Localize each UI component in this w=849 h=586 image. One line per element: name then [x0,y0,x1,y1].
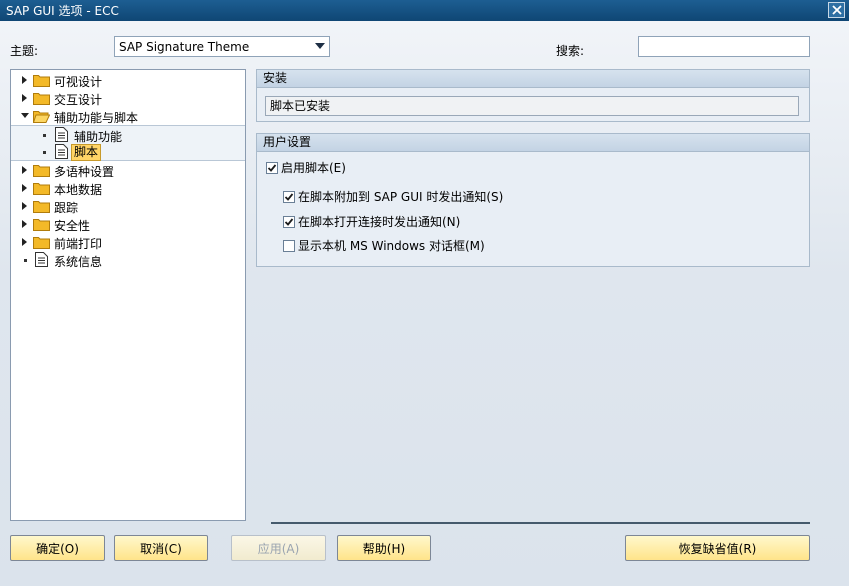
restore-defaults-button[interactable]: 恢复缺省值(R) [625,535,810,561]
tree-item-accessibility-scripting[interactable]: 辅助功能与脚本 [11,107,245,125]
tree-item-label: 可视设计 [54,75,103,89]
checkbox-box[interactable] [283,190,295,203]
check-icon [284,192,294,201]
tree-item-label: 跟踪 [54,201,79,215]
checkbox-label: 启用脚本(E) [281,161,346,175]
install-status-field: 脚本已安装 [265,96,799,116]
enable-scripting-checkbox[interactable]: 启用脚本(E) [266,159,346,176]
checkbox-label: 在脚本附加到 SAP GUI 时发出通知(S) [298,190,504,204]
document-icon [35,252,48,267]
tree-item-label: 安全性 [54,219,91,233]
bullet-icon [43,134,46,137]
tree-item-label: 本地数据 [54,183,103,197]
tree-item-system-info[interactable]: 系统信息 [11,251,245,269]
folder-icon [33,219,50,231]
document-icon [55,144,68,159]
folder-icon [33,201,50,213]
separator-line [271,522,810,524]
notify-connection-checkbox[interactable]: 在脚本打开连接时发出通知(N) [283,213,460,230]
expand-arrow-icon[interactable] [22,220,27,228]
install-group-title: 安装 [257,70,809,88]
tree-item-visual-design[interactable]: 可视设计 [11,71,245,89]
tree-item-label: 辅助功能与脚本 [54,111,139,125]
close-button[interactable] [828,2,845,18]
search-label: 搜索: [556,44,585,58]
tree-item-label-selected: 脚本 [71,144,102,161]
folder-open-icon [33,111,50,123]
cancel-button[interactable]: 取消(C) [114,535,208,561]
tree-item-scripting[interactable]: 脚本 [11,143,245,161]
tree-item-label: 前端打印 [54,237,103,251]
tree-item-multilingual[interactable]: 多语种设置 [11,161,245,179]
bullet-icon [43,151,46,154]
checkbox-box[interactable] [283,215,295,228]
expand-arrow-icon[interactable] [22,94,27,102]
window-title-bar: SAP GUI 选项 - ECC [0,0,849,21]
chevron-down-icon [315,43,325,49]
tree-item-security[interactable]: 安全性 [11,215,245,233]
tree-item-accessibility[interactable]: 辅助功能 [11,126,245,144]
install-group: 安装 脚本已安装 [256,69,810,122]
folder-icon [33,93,50,105]
user-settings-group-title: 用户设置 [257,134,809,152]
tree-item-label: 系统信息 [54,255,103,269]
help-button[interactable]: 帮助(H) [337,535,431,561]
document-icon [55,127,68,142]
search-input[interactable] [638,36,810,57]
expand-arrow-icon[interactable] [22,166,27,174]
expand-arrow-icon[interactable] [22,184,27,192]
check-icon [267,163,277,172]
folder-icon [33,165,50,177]
collapse-arrow-icon[interactable] [21,113,29,118]
check-icon [284,217,294,226]
expand-arrow-icon[interactable] [22,202,27,210]
tree-item-label: 交互设计 [54,93,103,107]
checkbox-label: 显示本机 MS Windows 对话框(M) [298,239,485,253]
expand-arrow-icon[interactable] [22,76,27,84]
theme-dropdown-value: SAP Signature Theme [119,39,250,54]
ok-button[interactable]: 确定(O) [10,535,105,561]
options-tree: 可视设计 交互设计 辅助功能与脚本 辅助功能 脚本 多语种设置 本地数据 跟踪 [10,69,246,521]
folder-icon [33,237,50,249]
theme-label: 主题: [10,44,39,58]
bullet-icon [24,259,27,262]
folder-icon [33,183,50,195]
close-icon [831,5,842,15]
tree-item-label: 多语种设置 [54,165,115,179]
apply-button[interactable]: 应用(A) [231,535,326,561]
expand-arrow-icon[interactable] [22,238,27,246]
tree-item-interaction-design[interactable]: 交互设计 [11,89,245,107]
tree-item-local-data[interactable]: 本地数据 [11,179,245,197]
tree-item-frontend-print[interactable]: 前端打印 [11,233,245,251]
native-dialogs-checkbox[interactable]: 显示本机 MS Windows 对话框(M) [283,237,485,254]
window-title: SAP GUI 选项 - ECC [6,4,119,18]
checkbox-box[interactable] [283,239,295,252]
checkbox-box[interactable] [266,161,278,174]
tree-item-trace[interactable]: 跟踪 [11,197,245,215]
checkbox-label: 在脚本打开连接时发出通知(N) [298,215,461,229]
theme-dropdown[interactable]: SAP Signature Theme [114,36,330,57]
user-settings-group: 用户设置 启用脚本(E) 在脚本附加到 SAP GUI 时发出通知(S) 在脚本… [256,133,810,267]
notify-attach-checkbox[interactable]: 在脚本附加到 SAP GUI 时发出通知(S) [283,188,503,205]
folder-icon [33,75,50,87]
